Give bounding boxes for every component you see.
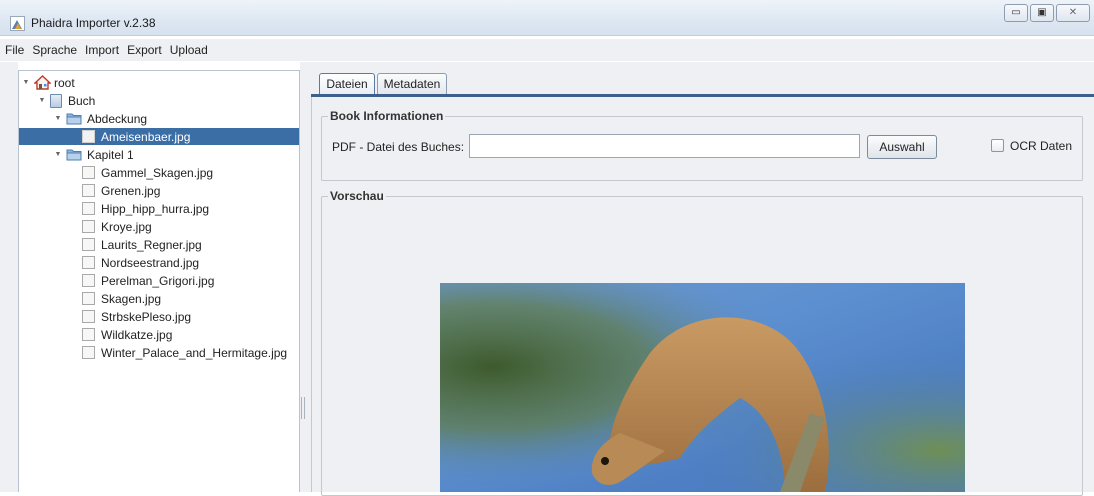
expanded-arrow-icon[interactable]: ▼: [22, 79, 30, 87]
pdf-label: PDF - Datei des Buches:: [332, 140, 465, 154]
tree-file[interactable]: StrbskePleso.jpg: [82, 308, 191, 325]
pdf-path-input[interactable]: [469, 134, 860, 158]
maximize-button[interactable]: ▣: [1030, 4, 1054, 22]
file-icon: [82, 346, 95, 359]
tree-label-file: Hipp_hipp_hurra.jpg: [101, 201, 210, 216]
menu-export[interactable]: Export: [127, 43, 162, 57]
tree-file[interactable]: Wildkatze.jpg: [82, 326, 172, 343]
tab-metadaten[interactable]: Metadaten: [377, 73, 447, 94]
tree-file[interactable]: Gammel_Skagen.jpg: [82, 164, 213, 181]
tree-file[interactable]: Perelman_Grigori.jpg: [82, 272, 214, 289]
ocr-checkbox[interactable]: [991, 139, 1004, 152]
menu-upload[interactable]: Upload: [170, 43, 208, 57]
minimize-button[interactable]: ▭: [1004, 4, 1028, 22]
tree-file[interactable]: Nordseestrand.jpg: [82, 254, 199, 271]
preview-title: Vorschau: [328, 189, 386, 203]
tree-node-folder[interactable]: ▼ Kapitel 1: [54, 146, 134, 163]
tree-label-folder: Kapitel 1: [87, 147, 134, 162]
app-icon: [10, 16, 25, 31]
tree-file[interactable]: Skagen.jpg: [82, 290, 161, 307]
tree-label-root: root: [54, 75, 75, 90]
expanded-arrow-icon[interactable]: ▼: [54, 115, 62, 123]
tree-label-file: StrbskePleso.jpg: [101, 309, 192, 324]
menu-import[interactable]: Import: [85, 43, 119, 57]
anteater-photo: [440, 283, 965, 492]
file-tree[interactable]: ▼ root ▼ Buch ▼ Abdeckung Ameisenbaer.jp…: [18, 70, 300, 492]
tree-label-file: Ameisenbaer.jpg: [101, 129, 191, 144]
ocr-label: OCR Daten: [1010, 139, 1073, 153]
tree-file[interactable]: Kroye.jpg: [82, 218, 152, 235]
tree-file[interactable]: Laurits_Regner.jpg: [82, 236, 202, 253]
file-icon: [82, 202, 95, 215]
tree-node-folder[interactable]: ▼ Abdeckung: [54, 110, 148, 127]
folder-icon: [66, 112, 82, 125]
file-icon: [82, 292, 95, 305]
auswahl-button[interactable]: Auswahl: [867, 135, 937, 159]
folder-icon: [66, 148, 82, 161]
tree-label-folder: Abdeckung: [87, 111, 148, 126]
file-icon: [82, 130, 95, 143]
book-icon: [50, 93, 62, 108]
tree-node-book[interactable]: ▼ Buch: [38, 92, 95, 109]
tree-file-selected[interactable]: Ameisenbaer.jpg: [19, 128, 299, 145]
tab-dateien[interactable]: Dateien: [319, 73, 375, 94]
menu-file[interactable]: File: [5, 43, 24, 57]
expanded-arrow-icon[interactable]: ▼: [38, 97, 46, 105]
tree-label-file: Skagen.jpg: [101, 291, 162, 306]
tree-label-file: Kroye.jpg: [101, 219, 152, 234]
tree-file[interactable]: Grenen.jpg: [82, 182, 160, 199]
file-icon: [82, 184, 95, 197]
menu-bar: File Sprache Import Export Upload: [0, 39, 1094, 61]
title-bar[interactable]: Phaidra Importer v.2.38 ▭ ▣ ✕: [0, 0, 1094, 36]
tree-label-file: Grenen.jpg: [101, 183, 161, 198]
tree-label-file: Wildkatze.jpg: [101, 327, 173, 342]
file-icon: [82, 310, 95, 323]
file-icon: [82, 328, 95, 341]
tree-label-file: Gammel_Skagen.jpg: [101, 165, 214, 180]
expanded-arrow-icon[interactable]: ▼: [54, 151, 62, 159]
tree-label-file: Winter_Palace_and_Hermitage.jpg: [101, 345, 288, 360]
split-divider[interactable]: [300, 62, 308, 492]
file-icon: [82, 274, 95, 287]
tree-label-file: Nordseestrand.jpg: [101, 255, 200, 270]
window-title: Phaidra Importer v.2.38: [31, 16, 156, 30]
book-info-title: Book Informationen: [328, 109, 446, 123]
split-drag-handle[interactable]: [301, 397, 305, 419]
window-controls: ▭ ▣ ✕: [1004, 4, 1090, 24]
tree-file[interactable]: Hipp_hipp_hurra.jpg: [82, 200, 209, 217]
file-icon: [82, 220, 95, 233]
tree-node-root[interactable]: ▼ root: [22, 74, 75, 91]
tree-label-book: Buch: [68, 93, 96, 108]
tree-label-file: Perelman_Grigori.jpg: [101, 273, 215, 288]
preview-image: [440, 283, 965, 492]
close-button[interactable]: ✕: [1056, 4, 1090, 22]
tree-file[interactable]: Winter_Palace_and_Hermitage.jpg: [82, 344, 287, 361]
home-icon: [33, 75, 52, 90]
tree-label-file: Laurits_Regner.jpg: [101, 237, 202, 252]
file-icon: [82, 238, 95, 251]
menu-sprache[interactable]: Sprache: [32, 43, 77, 57]
file-icon: [82, 256, 95, 269]
left-margin: [0, 62, 18, 492]
file-icon: [82, 166, 95, 179]
